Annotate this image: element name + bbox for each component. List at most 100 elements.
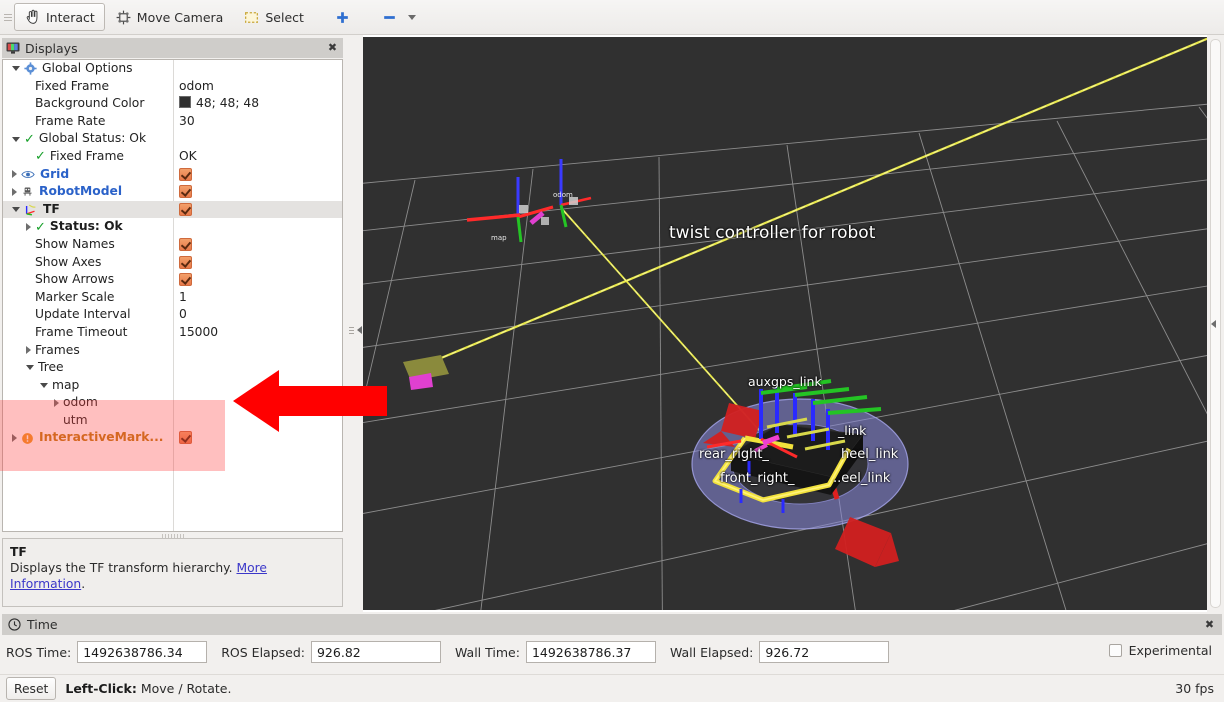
wall-time-input[interactable]: 1492638786.37 — [525, 641, 656, 663]
tree-expander-open-icon[interactable] — [12, 136, 20, 142]
tree-row-label: InteractiveMark... — [39, 430, 164, 445]
tree-expander-open-icon[interactable] — [40, 382, 48, 388]
ros-elapsed-label: ROS Elapsed: — [221, 644, 305, 660]
render-viewport[interactable]: map odom twist controller for robot auxg… — [363, 37, 1207, 610]
tree-row-label: map — [52, 377, 80, 392]
toolbar-drag-handle[interactable] — [4, 8, 12, 26]
panel-splitter[interactable] — [347, 35, 363, 612]
tree-row-value[interactable]: 15000 — [179, 324, 218, 342]
experimental-checkbox[interactable] — [1108, 644, 1122, 657]
tree-row-frame-timeout[interactable]: Frame Timeout 15000 — [3, 324, 342, 342]
tree-row-label: utm — [63, 412, 88, 427]
tree-row-value[interactable]: 30 — [179, 113, 195, 131]
tree-row-tree[interactable]: Tree — [3, 359, 342, 377]
displays-close-button[interactable]: ✖ — [326, 41, 339, 54]
tree-row-background-color[interactable]: Background Color 48; 48; 48 — [3, 95, 342, 113]
tree-expander-closed-icon[interactable] — [54, 399, 59, 408]
tree-expander-open-icon[interactable] — [12, 207, 20, 213]
tree-expander-closed-icon[interactable] — [26, 346, 31, 355]
displays-tree[interactable]: Global Options Fixed Frame odom Background … — [2, 59, 343, 532]
tree-row-label: Grid — [40, 166, 70, 181]
tree-row-odom[interactable]: odom — [3, 394, 342, 412]
tree-row-fixed-frame[interactable]: Fixed Frame odom — [3, 78, 342, 96]
add-tool-button[interactable] — [324, 3, 361, 31]
tool-interact-button[interactable]: Interact — [14, 3, 105, 31]
tree-row-utm[interactable]: utm — [3, 412, 342, 430]
tree-row-value[interactable]: odom — [179, 78, 214, 96]
tree-expander-open-icon[interactable] — [12, 66, 20, 72]
tree-row-show-arrows[interactable]: Show Arrows — [3, 271, 342, 289]
tree-row-tf[interactable]: TF — [3, 200, 342, 219]
tree-expander-closed-icon[interactable] — [12, 187, 17, 196]
tree-row-update-interval[interactable]: Update Interval 0 — [3, 306, 342, 324]
minus-icon — [384, 15, 395, 19]
tree-row-show-names[interactable]: Show Names — [3, 236, 342, 254]
right-panel-expand-icon[interactable] — [1211, 320, 1216, 328]
tool-move-camera-button[interactable]: Move Camera — [105, 3, 234, 31]
tree-row-show-axes[interactable]: Show Axes — [3, 254, 342, 272]
chevron-left-icon[interactable] — [356, 326, 362, 334]
chevron-down-icon[interactable] — [407, 14, 416, 20]
tree-expander-closed-icon[interactable] — [12, 170, 17, 179]
tree-row-value[interactable]: OK — [179, 148, 197, 166]
color-swatch — [179, 96, 191, 109]
tree-expander-open-icon[interactable] — [26, 365, 34, 371]
experimental-label: Experimental — [1128, 643, 1212, 658]
tree-row-enable-checkbox[interactable] — [179, 202, 192, 216]
time-panel-close-button[interactable]: ✖ — [1203, 618, 1216, 631]
tree-row-value[interactable]: 0 — [179, 306, 187, 324]
wall-time-label: Wall Time: — [454, 644, 520, 660]
tree-row-map[interactable]: map — [3, 377, 342, 395]
tree-row-label: Update Interval — [35, 307, 131, 322]
tree-row-grid[interactable]: Grid — [3, 166, 342, 184]
tree-expander-closed-icon[interactable] — [26, 223, 31, 232]
wall-elapsed-input[interactable]: 926.72 — [759, 641, 890, 663]
warning-icon — [21, 432, 34, 445]
tree-row-global-status-ok[interactable]: ✓ Global Status: Ok — [3, 130, 342, 148]
time-panel-title: Time — [27, 617, 58, 632]
tool-select-button[interactable]: Select — [233, 3, 314, 31]
tree-row-marker-scale[interactable]: Marker Scale 1 — [3, 289, 342, 307]
right-panel-splitter[interactable] — [1207, 35, 1224, 612]
grid-eye-icon — [21, 170, 35, 178]
tree-row-global-options[interactable]: Global Options — [3, 60, 342, 78]
hand-cursor-icon — [26, 9, 38, 24]
tree-row-value[interactable]: 48; 48; 48 — [179, 95, 259, 113]
description-text-after: . — [81, 577, 86, 591]
tree-row-label: Show Axes — [35, 254, 102, 269]
tool-move-camera-label: Move Camera — [136, 9, 224, 25]
tree-expander-closed-icon[interactable] — [12, 434, 17, 443]
wall-elapsed-label: Wall Elapsed: — [669, 644, 754, 660]
gear-icon — [24, 62, 37, 75]
time-fields-row: ROS Time: 1492638786.34 ROS Elapsed: 926… — [6, 640, 903, 664]
mouse-hint-bold: Left-Click: — [65, 681, 137, 696]
tree-row-enable-checkbox[interactable] — [179, 273, 192, 287]
ros-time-input[interactable]: 1492638786.34 — [77, 641, 208, 663]
description-text: Displays the TF transform hierarchy. — [10, 561, 237, 575]
experimental-toggle[interactable]: Experimental — [1108, 643, 1212, 658]
plus-icon — [337, 11, 348, 23]
scene-svg: map odom — [363, 37, 1207, 610]
tree-row-frames[interactable]: Frames — [3, 342, 342, 360]
tree-row-value[interactable]: 1 — [179, 289, 187, 307]
tree-row-enable-checkbox[interactable] — [179, 167, 192, 181]
time-panel: Time ✖ ROS Time: 1492638786.34 ROS Elaps… — [0, 612, 1224, 674]
tree-row-robotmodel[interactable]: RobotModel — [3, 183, 342, 201]
grid-eye-icon — [21, 169, 35, 180]
tree-row-label: Status: Ok — [49, 219, 123, 234]
tree-row-enable-checkbox[interactable] — [179, 255, 192, 269]
tree-row-enable-checkbox[interactable] — [179, 431, 192, 445]
tree-row-enable-checkbox[interactable] — [179, 185, 192, 199]
panel-splitter-handle[interactable] — [348, 317, 362, 343]
tree-row-fixed-frame[interactable]: ✓ Fixed Frame OK — [3, 148, 342, 166]
tree-row-frame-rate[interactable]: Frame Rate 30 — [3, 113, 342, 131]
description-title: TF — [10, 545, 27, 559]
reset-button[interactable]: Reset — [6, 677, 57, 700]
tree-row-enable-checkbox[interactable] — [179, 237, 192, 251]
tree-row-status-ok[interactable]: ✓ Status: Ok — [3, 218, 342, 236]
tree-row-interactivemark[interactable]: InteractiveMark... — [3, 429, 342, 447]
ros-elapsed-input[interactable]: 926.82 — [310, 641, 441, 663]
remove-tool-button[interactable] — [371, 3, 426, 31]
display-description-panel: TF Displays the TF transform hierarchy. … — [2, 538, 343, 607]
warning-icon — [22, 432, 33, 444]
